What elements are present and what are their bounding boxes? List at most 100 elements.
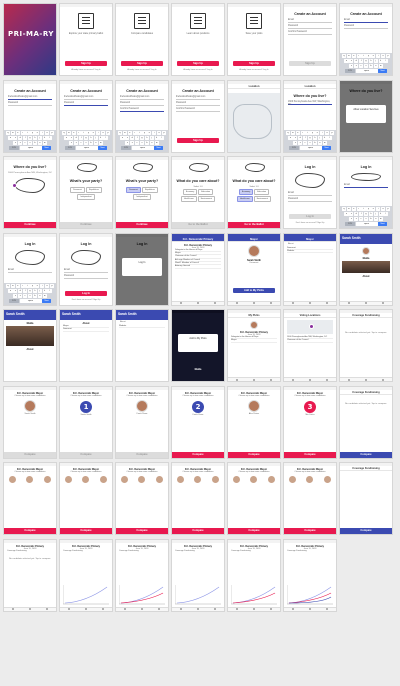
key[interactable]: s xyxy=(125,135,130,140)
key[interactable]: z xyxy=(125,140,130,145)
key[interactable]: i xyxy=(376,207,381,211)
key[interactable]: b xyxy=(368,64,374,68)
key[interactable]: l xyxy=(47,288,52,293)
key[interactable]: h xyxy=(368,212,374,216)
key[interactable]: i xyxy=(40,283,45,288)
password-field[interactable]: Password xyxy=(64,275,108,279)
compare-button[interactable]: Compare xyxy=(116,451,168,458)
key[interactable]: s xyxy=(13,135,18,140)
key[interactable]: q xyxy=(5,130,11,135)
continue-button[interactable]: Continue xyxy=(60,222,112,228)
key[interactable]: h xyxy=(88,135,94,140)
key[interactable]: d xyxy=(18,288,23,293)
key[interactable]: i xyxy=(96,130,101,135)
key[interactable]: i xyxy=(152,130,157,135)
key[interactable]: t xyxy=(361,207,366,211)
key[interactable]: k xyxy=(378,59,383,63)
key[interactable]: a xyxy=(344,59,349,63)
compare-button[interactable]: Compare xyxy=(340,528,392,534)
key[interactable]: t xyxy=(305,130,310,135)
signup-link[interactable]: Don't have an account? Sign Up xyxy=(284,222,336,224)
key[interactable]: m xyxy=(378,217,383,221)
key[interactable]: o xyxy=(380,207,386,211)
key[interactable]: g xyxy=(363,59,369,63)
location-permission-dialog[interactable]: Allow Location Services xyxy=(346,104,386,123)
next-key[interactable]: Next xyxy=(322,145,332,150)
sign-up-button[interactable]: Sign Up xyxy=(177,137,219,143)
key[interactable]: q xyxy=(341,54,347,58)
key[interactable]: k xyxy=(42,135,47,140)
key[interactable]: m xyxy=(98,140,103,145)
key[interactable]: x xyxy=(354,217,359,221)
key[interactable]: m xyxy=(42,293,47,298)
party-chip-selected[interactable]: Democrat xyxy=(126,187,141,193)
key[interactable]: u xyxy=(147,130,152,135)
tab-bar[interactable] xyxy=(4,606,56,611)
keyboard[interactable]: qwertyuiop asdfghjkl zxcvbnm 123 space Nex… xyxy=(340,53,392,75)
key[interactable]: u xyxy=(371,54,376,58)
password-field[interactable]: Password xyxy=(176,102,220,106)
next-key[interactable]: Next xyxy=(378,69,388,73)
info-row[interactable]: Website xyxy=(119,325,165,329)
key[interactable]: b xyxy=(312,140,318,145)
keyboard[interactable]: qwertyuiop asdfghjkl zxcvbnm 123 space Nex… xyxy=(60,129,112,152)
key[interactable]: f xyxy=(302,135,308,140)
key[interactable]: c xyxy=(358,217,364,221)
candidate-avatar[interactable] xyxy=(24,399,36,412)
email-field[interactable]: Email xyxy=(288,19,332,23)
key[interactable]: v xyxy=(83,140,89,145)
key[interactable]: r xyxy=(356,207,361,211)
tab-bar[interactable] xyxy=(172,606,224,611)
confirm-password-field[interactable]: Confirm Password xyxy=(176,108,220,112)
key[interactable]: v xyxy=(139,140,145,145)
tab-bar[interactable] xyxy=(284,300,336,305)
key[interactable]: f xyxy=(134,135,140,140)
compare-button[interactable]: Compare xyxy=(284,451,336,458)
key[interactable]: y xyxy=(142,130,147,135)
key[interactable]: n xyxy=(93,140,98,145)
key[interactable]: i xyxy=(40,130,45,135)
num-key[interactable]: 123 xyxy=(8,145,19,150)
key[interactable]: r xyxy=(20,283,25,288)
key[interactable]: d xyxy=(354,212,359,216)
compare-button[interactable]: Compare xyxy=(4,528,56,534)
key[interactable]: g xyxy=(363,212,369,216)
key[interactable]: w xyxy=(346,207,352,211)
key[interactable]: b xyxy=(144,140,150,145)
tab-bar[interactable] xyxy=(228,606,280,611)
key[interactable]: x xyxy=(18,293,23,298)
key[interactable]: x xyxy=(74,140,79,145)
selection-number[interactable]: 3 xyxy=(304,400,316,413)
address-input[interactable]: 1600 Pennsylvania Ave NW, Washington, DC xyxy=(288,101,332,106)
key[interactable]: o xyxy=(44,283,50,288)
key[interactable]: t xyxy=(137,130,142,135)
race-row[interactable]: Attorney General xyxy=(175,265,221,269)
key[interactable]: e xyxy=(351,54,356,58)
key[interactable]: n xyxy=(149,140,154,145)
compare-button[interactable]: Compare xyxy=(228,528,280,534)
login-link[interactable]: Already have an account? Log In xyxy=(60,69,112,71)
media-video[interactable] xyxy=(6,326,54,346)
key[interactable]: s xyxy=(69,135,74,140)
key[interactable]: p xyxy=(49,130,55,135)
next-key[interactable]: Next xyxy=(378,222,388,226)
key[interactable]: d xyxy=(18,135,23,140)
key[interactable]: z xyxy=(349,217,354,221)
tab-bar[interactable] xyxy=(228,377,280,381)
password-field[interactable]: Password xyxy=(288,25,332,29)
next-key[interactable]: Next xyxy=(98,145,108,150)
key[interactable]: o xyxy=(380,54,386,58)
key[interactable]: m xyxy=(154,140,159,145)
key[interactable]: z xyxy=(13,140,18,145)
space-key[interactable]: space xyxy=(19,145,42,150)
key[interactable]: d xyxy=(354,59,359,63)
key[interactable]: u xyxy=(35,130,40,135)
key[interactable]: p xyxy=(385,54,391,58)
key[interactable]: s xyxy=(293,135,298,140)
next-key[interactable]: Next xyxy=(42,145,52,150)
key[interactable]: f xyxy=(358,212,364,216)
key[interactable]: z xyxy=(349,64,354,68)
issue-chip[interactable]: Environment xyxy=(253,196,271,202)
key[interactable]: l xyxy=(383,212,388,216)
key[interactable]: c xyxy=(302,140,308,145)
